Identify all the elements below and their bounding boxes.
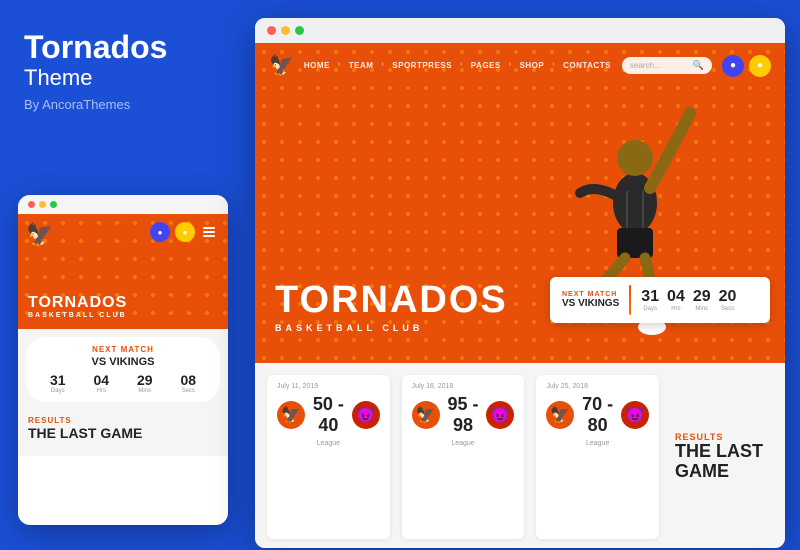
hero-content: TORNADOS BASKETBALL CLUB xyxy=(275,281,508,333)
desktop-dot-green xyxy=(295,26,304,35)
nav-blue-icon[interactable]: ● xyxy=(722,55,744,77)
hamburger-icon[interactable] xyxy=(200,223,218,241)
nav-yellow-icon[interactable]: ● xyxy=(749,55,771,77)
result-score-row-3: 🦅 70 - 80 😈 xyxy=(546,394,649,436)
mobile-nav-icon-yellow: ● xyxy=(175,222,195,242)
nav-link-home[interactable]: HOME xyxy=(304,61,330,70)
desktop-search[interactable]: search... 🔍 xyxy=(622,57,712,74)
desktop-nav: 🦅 HOME › TEAM › SPORTPRESS › PAGES › SHO… xyxy=(255,43,785,88)
mobile-countdown-days: 31 Days xyxy=(50,372,66,394)
mobile-hero: ● ● 🦅 TORNADOS BASKETBALL CLUB xyxy=(18,214,228,329)
mobile-dot-yellow xyxy=(39,201,46,208)
team-badge-vikings-1: 😈 xyxy=(352,401,380,429)
mobile-countdown-secs: 08 Secs xyxy=(180,372,196,394)
brand-title: Tornados xyxy=(24,30,216,65)
mobile-next-match: NEXT MATCH VS VIKINGS 31 Days 04 Hrs 29 … xyxy=(26,337,220,402)
team-badge-vikings-2: 😈 xyxy=(486,401,514,429)
desktop-next-match-widget: NEXT MATCH VS VIKINGS 31 Days 04 Hrs 29 … xyxy=(550,277,770,323)
nav-link-sep3: › xyxy=(509,61,512,70)
desktop-mockup: 🦅 HOME › TEAM › SPORTPRESS › PAGES › SHO… xyxy=(255,18,785,548)
nav-link-pages[interactable]: PAGES xyxy=(471,61,501,70)
team-badge-vikings-3: 😈 xyxy=(621,401,649,429)
mobile-countdown-hrs: 04 Hrs xyxy=(93,372,109,394)
result-score-row-1: 🦅 50 - 40 😈 xyxy=(277,394,380,436)
mobile-titlebar xyxy=(18,195,228,214)
desktop-nav-icons-right: ● ● xyxy=(722,55,771,77)
desktop-hero: 🦅 HOME › TEAM › SPORTPRESS › PAGES › SHO… xyxy=(255,43,785,363)
desktop-logo: 🦅 xyxy=(269,53,294,78)
desktop-nav-links: HOME › TEAM › SPORTPRESS › PAGES › SHOP … xyxy=(304,61,612,70)
team-badge-tornados-2: 🦅 xyxy=(412,401,440,429)
mobile-nav-icon-blue: ● xyxy=(150,222,170,242)
desktop-nm-mins: 29 Mins xyxy=(693,288,711,312)
nav-link-sep2: › xyxy=(460,61,463,70)
nav-link-sep4: › xyxy=(552,61,555,70)
desktop-nm-secs: 20 Secs xyxy=(719,288,737,312)
desktop-nm-left: NEXT MATCH VS VIKINGS xyxy=(562,291,619,309)
desktop-nm-hrs: 04 Hrs xyxy=(667,288,685,312)
mobile-countdown: 31 Days 04 Hrs 29 Mins 08 Secs xyxy=(36,372,210,394)
brand-subtitle: Theme xyxy=(24,65,216,91)
mobile-nav-icons: ● ● xyxy=(150,222,218,242)
desktop-nm-days: 31 Days xyxy=(641,288,659,312)
nav-link-team[interactable]: TEAM xyxy=(349,61,374,70)
nav-link-sportpress[interactable]: SPORTPRESS xyxy=(392,61,452,70)
nav-link-sep1: › xyxy=(381,61,384,70)
mobile-content: NEXT MATCH VS VIKINGS 31 Days 04 Hrs 29 … xyxy=(18,329,228,456)
result-card-1: July 11, 2019 🦅 50 - 40 😈 League xyxy=(267,375,390,539)
mobile-mockup: ● ● 🦅 TORNADOS BASKETBALL CLUB NEXT MATC… xyxy=(18,195,228,525)
nav-link-shop[interactable]: SHOP xyxy=(520,61,545,70)
nav-link-sep0: › xyxy=(338,61,341,70)
result-card-2: July 18, 2018 🦅 95 - 98 😈 League xyxy=(402,375,525,539)
nav-link-contacts[interactable]: CONTACTS xyxy=(563,61,611,70)
mobile-logo: 🦅 xyxy=(26,222,53,248)
team-badge-tornados-1: 🦅 xyxy=(277,401,305,429)
left-panel: Tornados Theme By AncoraThemes ● ● 🦅 TOR… xyxy=(0,0,240,550)
hero-title: TORNADOS xyxy=(275,281,508,319)
desktop-dot-red xyxy=(267,26,276,35)
hero-subtitle: BASKETBALL CLUB xyxy=(275,323,508,333)
team-badge-tornados-3: 🦅 xyxy=(546,401,574,429)
brand-by: By AncoraThemes xyxy=(24,97,216,112)
mobile-dot-green xyxy=(50,201,57,208)
search-placeholder: search... xyxy=(630,61,688,70)
desktop-results-area: July 11, 2019 🦅 50 - 40 😈 League July 18… xyxy=(255,363,785,548)
result-score-row-2: 🦅 95 - 98 😈 xyxy=(412,394,515,436)
desktop-titlebar xyxy=(255,18,785,43)
desktop-nm-countdown: 31 Days 04 Hrs 29 Mins 20 Secs xyxy=(641,288,736,312)
mobile-results: RESULTS THE LAST GAME xyxy=(26,410,220,448)
last-game-card: RESULTS THE LAST GAME xyxy=(665,363,785,548)
desktop-dot-yellow xyxy=(281,26,290,35)
result-card-3: July 25, 2018 🦅 70 - 80 😈 League xyxy=(536,375,659,539)
search-icon[interactable]: 🔍 xyxy=(693,60,704,71)
mobile-countdown-mins: 29 Mins xyxy=(137,372,153,394)
mobile-team-title: TORNADOS BASKETBALL CLUB xyxy=(28,294,127,319)
mobile-dot-red xyxy=(28,201,35,208)
desktop-nm-divider xyxy=(629,285,631,315)
